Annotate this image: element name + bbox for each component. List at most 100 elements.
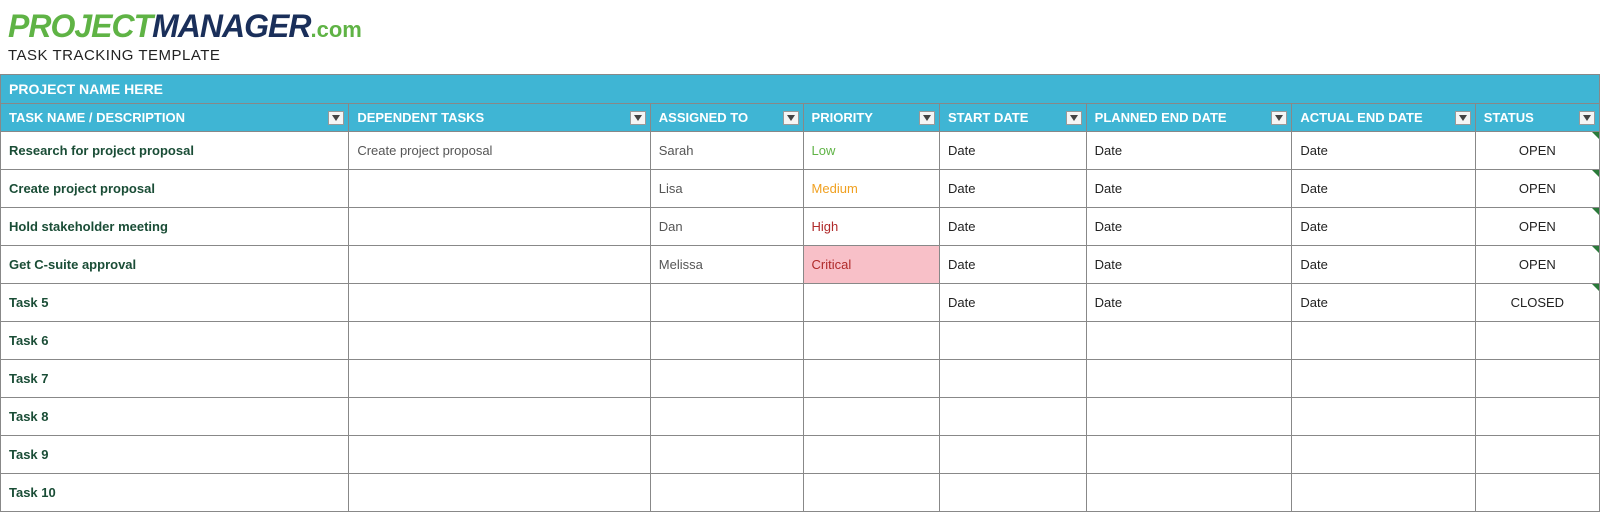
- filter-dropdown-icon[interactable]: [1271, 111, 1287, 125]
- column-header-dependent-tasks[interactable]: DEPENDENT TASKS: [349, 104, 650, 132]
- cell-status[interactable]: OPEN: [1475, 208, 1599, 246]
- filter-dropdown-icon[interactable]: [328, 111, 344, 125]
- cell-task-name[interactable]: Task 7: [1, 360, 349, 398]
- cell-start-date[interactable]: [940, 322, 1087, 360]
- cell-dependent-tasks[interactable]: Create project proposal: [349, 132, 650, 170]
- cell-assigned-to[interactable]: [650, 284, 803, 322]
- cell-assigned-to[interactable]: Melissa: [650, 246, 803, 284]
- cell-planned-end-date[interactable]: [1086, 322, 1292, 360]
- cell-start-date[interactable]: [940, 436, 1087, 474]
- column-header-assigned-to[interactable]: ASSIGNED TO: [650, 104, 803, 132]
- cell-actual-end-date[interactable]: [1292, 436, 1475, 474]
- cell-start-date[interactable]: Date: [940, 170, 1087, 208]
- cell-task-name[interactable]: Research for project proposal: [1, 132, 349, 170]
- cell-task-name[interactable]: Get C-suite approval: [1, 246, 349, 284]
- cell-status[interactable]: [1475, 398, 1599, 436]
- cell-planned-end-date[interactable]: Date: [1086, 208, 1292, 246]
- cell-start-date[interactable]: Date: [940, 132, 1087, 170]
- cell-priority[interactable]: [803, 474, 939, 512]
- cell-dependent-tasks[interactable]: [349, 322, 650, 360]
- cell-dependent-tasks[interactable]: [349, 436, 650, 474]
- cell-task-name[interactable]: Task 6: [1, 322, 349, 360]
- cell-priority[interactable]: [803, 360, 939, 398]
- filter-dropdown-icon[interactable]: [783, 111, 799, 125]
- cell-planned-end-date[interactable]: [1086, 398, 1292, 436]
- cell-dependent-tasks[interactable]: [349, 246, 650, 284]
- cell-start-date[interactable]: [940, 360, 1087, 398]
- cell-actual-end-date[interactable]: Date: [1292, 170, 1475, 208]
- cell-dependent-tasks[interactable]: [349, 360, 650, 398]
- cell-planned-end-date[interactable]: Date: [1086, 246, 1292, 284]
- cell-assigned-to[interactable]: [650, 474, 803, 512]
- cell-assigned-to[interactable]: [650, 398, 803, 436]
- cell-task-name[interactable]: Task 9: [1, 436, 349, 474]
- column-header-start-date[interactable]: START DATE: [940, 104, 1087, 132]
- cell-actual-end-date[interactable]: [1292, 474, 1475, 512]
- cell-priority[interactable]: Low: [803, 132, 939, 170]
- cell-task-name[interactable]: Task 5: [1, 284, 349, 322]
- filter-dropdown-icon[interactable]: [919, 111, 935, 125]
- cell-status[interactable]: OPEN: [1475, 132, 1599, 170]
- cell-assigned-to[interactable]: [650, 436, 803, 474]
- cell-priority[interactable]: [803, 398, 939, 436]
- cell-status[interactable]: [1475, 436, 1599, 474]
- cell-priority[interactable]: [803, 284, 939, 322]
- cell-planned-end-date[interactable]: [1086, 360, 1292, 398]
- project-name-cell[interactable]: PROJECT NAME HERE: [0, 74, 1600, 103]
- cell-status[interactable]: OPEN: [1475, 246, 1599, 284]
- cell-actual-end-date[interactable]: Date: [1292, 208, 1475, 246]
- cell-assigned-to[interactable]: Dan: [650, 208, 803, 246]
- cell-planned-end-date[interactable]: [1086, 474, 1292, 512]
- cell-priority[interactable]: Critical: [803, 246, 939, 284]
- cell-task-name[interactable]: Task 8: [1, 398, 349, 436]
- cell-start-date[interactable]: [940, 398, 1087, 436]
- filter-dropdown-icon[interactable]: [1579, 111, 1595, 125]
- cell-planned-end-date[interactable]: [1086, 436, 1292, 474]
- filter-dropdown-icon[interactable]: [1455, 111, 1471, 125]
- cell-status[interactable]: [1475, 360, 1599, 398]
- cell-status[interactable]: [1475, 322, 1599, 360]
- column-header-actual-end-date[interactable]: ACTUAL END DATE: [1292, 104, 1475, 132]
- cell-dependent-tasks[interactable]: [349, 170, 650, 208]
- cell-task-name[interactable]: Create project proposal: [1, 170, 349, 208]
- cell-start-date[interactable]: Date: [940, 246, 1087, 284]
- cell-actual-end-date[interactable]: Date: [1292, 132, 1475, 170]
- column-header-status[interactable]: STATUS: [1475, 104, 1599, 132]
- table-row: Task 10: [1, 474, 1600, 512]
- cell-task-name[interactable]: Task 10: [1, 474, 349, 512]
- cell-actual-end-date[interactable]: Date: [1292, 246, 1475, 284]
- cell-planned-end-date[interactable]: Date: [1086, 132, 1292, 170]
- cell-assigned-to[interactable]: [650, 360, 803, 398]
- cell-priority[interactable]: Medium: [803, 170, 939, 208]
- cell-assigned-to[interactable]: Sarah: [650, 132, 803, 170]
- cell-start-date[interactable]: Date: [940, 208, 1087, 246]
- cell-priority[interactable]: [803, 436, 939, 474]
- column-header-task-name[interactable]: TASK NAME / DESCRIPTION: [1, 104, 349, 132]
- comment-indicator-icon: [1592, 208, 1599, 215]
- cell-start-date[interactable]: [940, 474, 1087, 512]
- cell-actual-end-date[interactable]: [1292, 398, 1475, 436]
- cell-actual-end-date[interactable]: [1292, 322, 1475, 360]
- cell-dependent-tasks[interactable]: [349, 208, 650, 246]
- cell-assigned-to[interactable]: Lisa: [650, 170, 803, 208]
- cell-dependent-tasks[interactable]: [349, 398, 650, 436]
- cell-task-name[interactable]: Hold stakeholder meeting: [1, 208, 349, 246]
- cell-status[interactable]: OPEN: [1475, 170, 1599, 208]
- cell-priority[interactable]: [803, 322, 939, 360]
- cell-status[interactable]: [1475, 474, 1599, 512]
- cell-priority[interactable]: High: [803, 208, 939, 246]
- cell-assigned-to[interactable]: [650, 322, 803, 360]
- column-header-priority[interactable]: PRIORITY: [803, 104, 939, 132]
- filter-dropdown-icon[interactable]: [1066, 111, 1082, 125]
- cell-status[interactable]: CLOSED: [1475, 284, 1599, 322]
- cell-actual-end-date[interactable]: Date: [1292, 284, 1475, 322]
- cell-dependent-tasks[interactable]: [349, 474, 650, 512]
- cell-planned-end-date[interactable]: Date: [1086, 284, 1292, 322]
- cell-start-date[interactable]: Date: [940, 284, 1087, 322]
- column-header-planned-end-date[interactable]: PLANNED END DATE: [1086, 104, 1292, 132]
- cell-dependent-tasks[interactable]: [349, 284, 650, 322]
- filter-dropdown-icon[interactable]: [630, 111, 646, 125]
- table-row: Get C-suite approvalMelissaCriticalDateD…: [1, 246, 1600, 284]
- cell-actual-end-date[interactable]: [1292, 360, 1475, 398]
- cell-planned-end-date[interactable]: Date: [1086, 170, 1292, 208]
